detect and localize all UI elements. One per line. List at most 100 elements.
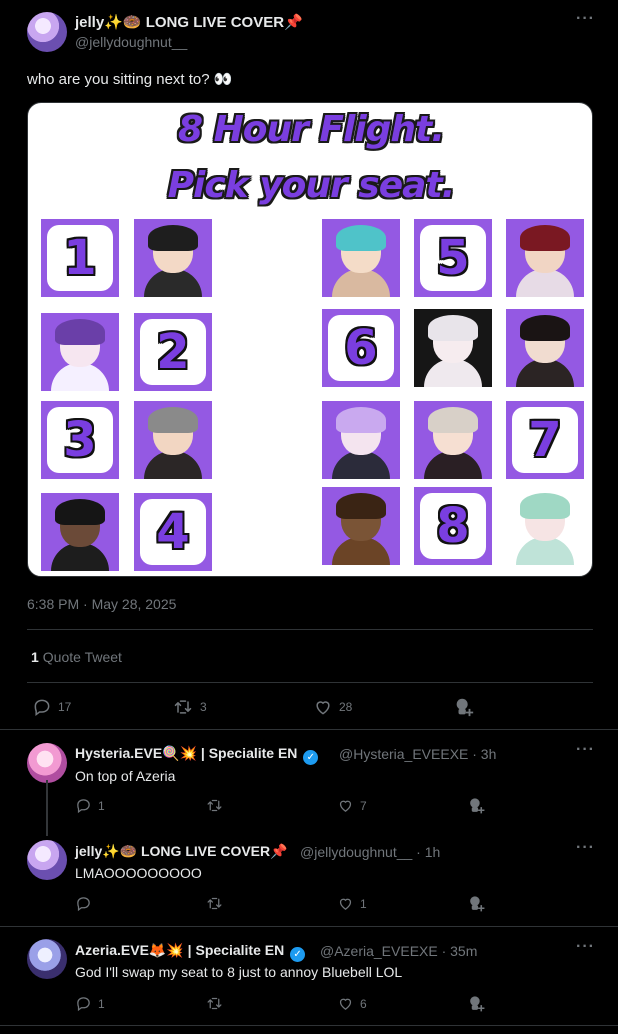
divider [0,1025,618,1026]
retweet-button[interactable] [205,895,230,912]
reply-count: 1 [98,798,105,813]
avatar[interactable] [27,840,67,880]
character-portrait [322,487,400,565]
retweet-button[interactable] [205,797,230,814]
grok-button[interactable] [453,696,481,718]
character-portrait [322,401,400,479]
tweet-timestamp[interactable]: 6:38 PM · May 28, 2025 [27,596,176,612]
divider [0,926,618,927]
divider [27,629,593,630]
author-name-text: Hysteria.EVE🍭💥 | Specialite EN [75,745,298,761]
seat-number: 7 [528,412,562,468]
character-portrait [41,493,119,571]
reply-button[interactable]: 17 [32,697,71,717]
like-button[interactable]: 1 [337,895,367,912]
reply-icon [77,897,90,912]
like-button[interactable]: 6 [337,995,367,1012]
reply-button[interactable] [75,895,98,912]
like-count: 7 [360,798,367,813]
tweet-text: God I'll swap my seat to 8 just to annoy… [75,964,403,980]
character-portrait [134,219,212,297]
divider [27,682,593,683]
retweet-icon [207,897,222,910]
seat-8-tile: 8 [414,487,492,565]
seat-number: 8 [436,498,470,554]
tweet-text: LMAOOOOOOOOO [75,865,202,881]
like-button[interactable]: 28 [313,697,352,717]
seat-number: 2 [156,324,190,380]
seat-number: 5 [436,230,470,286]
character-portrait [134,401,212,479]
author-handle[interactable]: @Hysteria_EVEEXE · 3h [339,746,496,762]
seat-number: 1 [63,230,97,286]
character-portrait [506,309,584,387]
tweet-text: On top of Azeria [75,768,176,784]
reply-count: 17 [58,700,72,714]
author-name[interactable]: Azeria.EVE🦊💥 | Specialite EN ✓ [75,942,306,962]
tweet-image[interactable]: 8 Hour Flight. Pick your seat. 1 2 3 4 5… [27,102,593,577]
character-portrait [414,309,492,387]
like-count: 1 [360,896,367,911]
reply-button[interactable]: 1 [75,797,105,814]
quote-label: Quote Tweet [42,649,122,665]
thread-line [46,780,48,836]
main-tweet: jelly✨🍩 LONG LIVE COVER📌 @jellydoughnut_… [0,0,618,730]
like-button[interactable]: 7 [337,797,367,814]
retweet-count: 3 [200,700,207,714]
seat-4-tile: 4 [134,493,212,571]
grok-icon [470,996,485,1012]
author-name-text: Azeria.EVE🦊💥 | Specialite EN [75,942,285,958]
character-portrait [41,313,119,391]
more-icon[interactable]: ··· [576,839,595,857]
author-handle[interactable]: @jellydoughnut__ [75,34,187,50]
verified-icon: ✓ [290,947,306,962]
grok-button[interactable] [467,994,492,1013]
retweet-icon [207,799,222,812]
more-icon[interactable]: ··· [576,10,595,28]
seat-3-tile: 3 [41,401,119,479]
like-count: 6 [360,996,367,1011]
more-icon[interactable]: ··· [576,938,595,956]
quote-count: 1 [31,649,39,665]
retweet-icon [174,700,192,714]
tweet-text: who are you sitting next to? 👀 [27,71,233,88]
reply-button[interactable]: 1 [75,995,105,1012]
more-icon[interactable]: ··· [576,741,595,759]
avatar[interactable] [27,939,67,979]
retweet-button[interactable]: 3 [172,697,207,717]
verified-icon: ✓ [303,750,319,765]
author-name[interactable]: jelly✨🍩 LONG LIVE COVER📌 [75,13,303,31]
avatar[interactable] [27,12,67,52]
divider [0,729,618,730]
seat-2-tile: 2 [134,313,212,391]
reply-icon [77,799,90,814]
reply-icon [34,699,50,716]
like-icon [316,701,330,715]
like-icon [339,898,352,910]
like-icon [339,998,352,1010]
author-name[interactable]: Hysteria.EVE🍭💥 | Specialite EN ✓ [75,745,319,765]
seat-number: 3 [63,412,97,468]
grok-icon [456,698,474,717]
character-portrait [414,401,492,479]
seat-number: 6 [344,320,378,376]
like-count: 28 [339,700,353,714]
author-handle[interactable]: @Azeria_EVEEXE · 35m [320,943,477,959]
avatar[interactable] [27,743,67,783]
grok-button[interactable] [467,796,492,815]
retweet-icon [207,997,222,1010]
reply-icon [77,997,90,1012]
retweet-button[interactable] [205,995,230,1012]
seat-5-tile: 5 [414,219,492,297]
image-title-line-1: 8 Hour Flight. [178,109,445,150]
grok-button[interactable] [467,894,492,913]
image-title-line-2: Pick your seat. [167,165,456,206]
character-portrait [322,219,400,297]
grok-icon [470,798,485,814]
author-handle[interactable]: @jellydoughnut__ · 1h [300,844,440,860]
author-name[interactable]: jelly✨🍩 LONG LIVE COVER📌 [75,843,288,860]
seat-6-tile: 6 [322,309,400,387]
quote-tweet-count[interactable]: 1 Quote Tweet [31,649,122,665]
seat-1-tile: 1 [41,219,119,297]
character-portrait [506,487,584,565]
